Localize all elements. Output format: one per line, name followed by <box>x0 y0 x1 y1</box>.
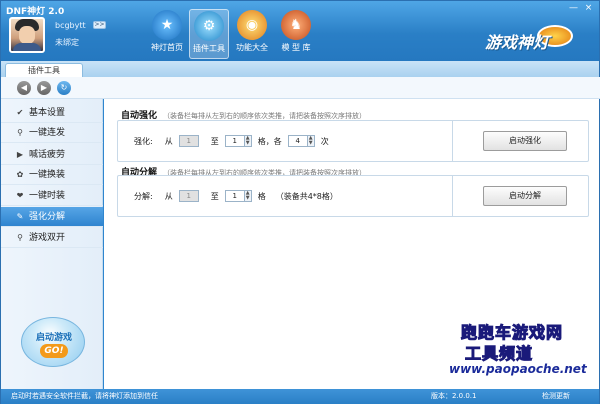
sidebar-item-shout-fatigue[interactable]: ▶ 喊话疲劳 <box>1 145 103 165</box>
stepper-arrows-icon[interactable]: ▲ ▼ <box>244 135 252 147</box>
star-icon: ★ <box>152 10 182 40</box>
check-icon: ✔ <box>16 108 24 117</box>
decompose-to-stepper[interactable]: 1 ▲ ▼ <box>224 190 252 202</box>
strengthen-from-label: 从 <box>164 136 173 146</box>
app-window: DNF神灯 2.0 — × bcgbytt >> 未绑定 ★ 神灯首页 ⚙ 插件… <box>0 0 600 404</box>
paw-icon: ✿ <box>16 170 24 179</box>
version-number: 2.0.0.1 <box>452 392 477 400</box>
strengthen-level-stepper[interactable]: 4 ▲ ▼ <box>287 135 315 147</box>
key-icon: ⚲ <box>17 233 23 242</box>
nav-plugin-tools-label: 插件工具 <box>193 44 225 53</box>
sidebar-item-label: 一键换装 <box>29 170 66 180</box>
strengthen-to-input[interactable]: 1 <box>224 135 245 147</box>
brand-logo: 游戏神灯 <box>484 33 549 52</box>
version-label: 版本： <box>431 392 452 400</box>
window-controls: — × <box>567 3 595 13</box>
stepper-arrows-icon[interactable]: ▲ ▼ <box>244 190 252 202</box>
triangle-icon: ▶ <box>16 150 24 159</box>
minimize-button[interactable]: — <box>567 3 580 13</box>
sidebar-item-auto-fire[interactable]: ⚲ 一键连发 <box>1 123 103 143</box>
decompose-action-area: 启动分解 <box>452 176 588 216</box>
window-title: DNF神灯 2.0 <box>6 7 65 17</box>
sidebar-item-label: 游戏双开 <box>29 233 66 243</box>
forward-icon[interactable]: ▶ <box>37 81 51 95</box>
user-name: bcgbytt <box>55 21 86 30</box>
avatar[interactable] <box>9 17 45 53</box>
nav-model-library[interactable]: ♞ 模 型 库 <box>276 9 316 59</box>
watermark-url: www.paopaoche.net <box>449 362 587 376</box>
header-bar: DNF神灯 2.0 — × bcgbytt >> 未绑定 ★ 神灯首页 ⚙ 插件… <box>1 1 599 61</box>
sidebar-item-label: 强化分解 <box>29 212 66 222</box>
user-switch-button[interactable]: >> <box>93 21 106 29</box>
nav-home-label: 神灯首页 <box>151 43 183 52</box>
decompose-row: 分解: 从 1 至 1 ▲ ▼ 格 （装备共4*8格） <box>134 190 338 202</box>
strengthen-each-label: 格，各 <box>257 136 282 146</box>
sidebar-item-fashion[interactable]: ❤ 一键时装 <box>1 186 103 206</box>
sidebar: ✔ 基本设置 ⚲ 一键连发 ▶ 喊话疲劳 ✿ 一键换装 ❤ 一键时装 ✎ 强化分… <box>1 99 103 389</box>
nav-model-library-label: 模 型 库 <box>281 43 311 52</box>
strengthen-level-input[interactable]: 4 <box>287 135 308 147</box>
sidebar-item-equip-swap[interactable]: ✿ 一键换装 <box>1 165 103 185</box>
strengthen-from-input: 1 <box>178 135 199 147</box>
heart-icon: ❤ <box>16 191 24 200</box>
sidebar-item-label: 一键时装 <box>29 191 66 201</box>
strengthen-times-label: 次 <box>320 136 329 146</box>
strengthen-panel: 强化: 从 1 至 1 ▲ ▼ 格，各 4 ▲ ▼ 次 启动强化 <box>117 120 589 162</box>
start-game-label: 启动游戏 <box>35 333 72 343</box>
tab-plugin-tools[interactable]: 插件工具 <box>5 63 83 78</box>
sidebar-item-label: 基本设置 <box>29 108 66 118</box>
refresh-icon[interactable]: ↻ <box>57 81 71 95</box>
user-bind-status[interactable]: 未绑定 <box>55 37 79 48</box>
decompose-grid-label: 格 <box>257 191 266 201</box>
watermark-channel: 工具频道 <box>464 344 534 364</box>
tab-strip: 插件工具 <box>1 61 599 78</box>
go-badge: GO! <box>40 344 68 358</box>
strengthen-note: （装备栏每排从左到右的顺序依次类推，请把装备按照次序排放） <box>163 112 367 120</box>
nav-features[interactable]: ◉ 功能大全 <box>232 9 272 59</box>
start-game-button[interactable]: 启动游戏 GO! <box>21 317 85 367</box>
sidebar-item-basic-settings[interactable]: ✔ 基本设置 <box>1 103 103 123</box>
status-bar: 启动时若遇安全软件拦截，请将神灯添加到信任 版本：2.0.0.1 检测更新 <box>1 389 599 404</box>
nav-home[interactable]: ★ 神灯首页 <box>147 9 187 59</box>
decompose-hint: （装备共4*8格） <box>275 191 338 201</box>
decompose-from-label: 从 <box>164 191 173 201</box>
status-message: 启动时若遇安全软件拦截，请将神灯添加到信任 <box>11 392 158 400</box>
strengthen-row: 强化: 从 1 至 1 ▲ ▼ 格，各 4 ▲ ▼ 次 <box>134 135 329 147</box>
orbit-icon: ◉ <box>237 10 267 40</box>
character-icon: ♞ <box>281 10 311 40</box>
nav-features-label: 功能大全 <box>236 43 268 52</box>
strengthen-action-area: 启动强化 <box>452 121 588 161</box>
check-update-link[interactable]: 检测更新 <box>542 389 570 404</box>
strengthen-row-label: 强化: <box>134 136 153 146</box>
decompose-panel: 分解: 从 1 至 1 ▲ ▼ 格 （装备共4*8格） 启动分解 <box>117 175 589 217</box>
sidebar-item-label: 一键连发 <box>29 128 66 138</box>
strengthen-to-label: 至 <box>210 136 219 146</box>
gear-icon: ⚙ <box>194 11 224 41</box>
close-button[interactable]: × <box>582 3 595 13</box>
decompose-to-input[interactable]: 1 <box>224 190 245 202</box>
sidebar-item-dual-launch[interactable]: ⚲ 游戏双开 <box>1 228 103 248</box>
nav-plugin-tools[interactable]: ⚙ 插件工具 <box>189 9 229 59</box>
strengthen-to-stepper[interactable]: 1 ▲ ▼ <box>224 135 252 147</box>
decompose-from-input: 1 <box>178 190 199 202</box>
decompose-row-label: 分解: <box>134 191 153 201</box>
version-info: 版本：2.0.0.1 <box>431 389 477 404</box>
start-decompose-button[interactable]: 启动分解 <box>483 186 567 206</box>
back-icon[interactable]: ◀ <box>17 81 31 95</box>
wrench-icon: ✎ <box>16 212 24 221</box>
key-icon: ⚲ <box>17 128 23 137</box>
stepper-arrows-icon[interactable]: ▲ ▼ <box>307 135 315 147</box>
decompose-to-label: 至 <box>210 191 219 201</box>
sidebar-item-label: 喊话疲劳 <box>29 150 66 160</box>
start-strengthen-button[interactable]: 启动强化 <box>483 131 567 151</box>
sidebar-item-strengthen-decompose[interactable]: ✎ 强化分解 <box>1 207 103 227</box>
toolbar: ◀ ▶ ↻ <box>1 77 600 99</box>
